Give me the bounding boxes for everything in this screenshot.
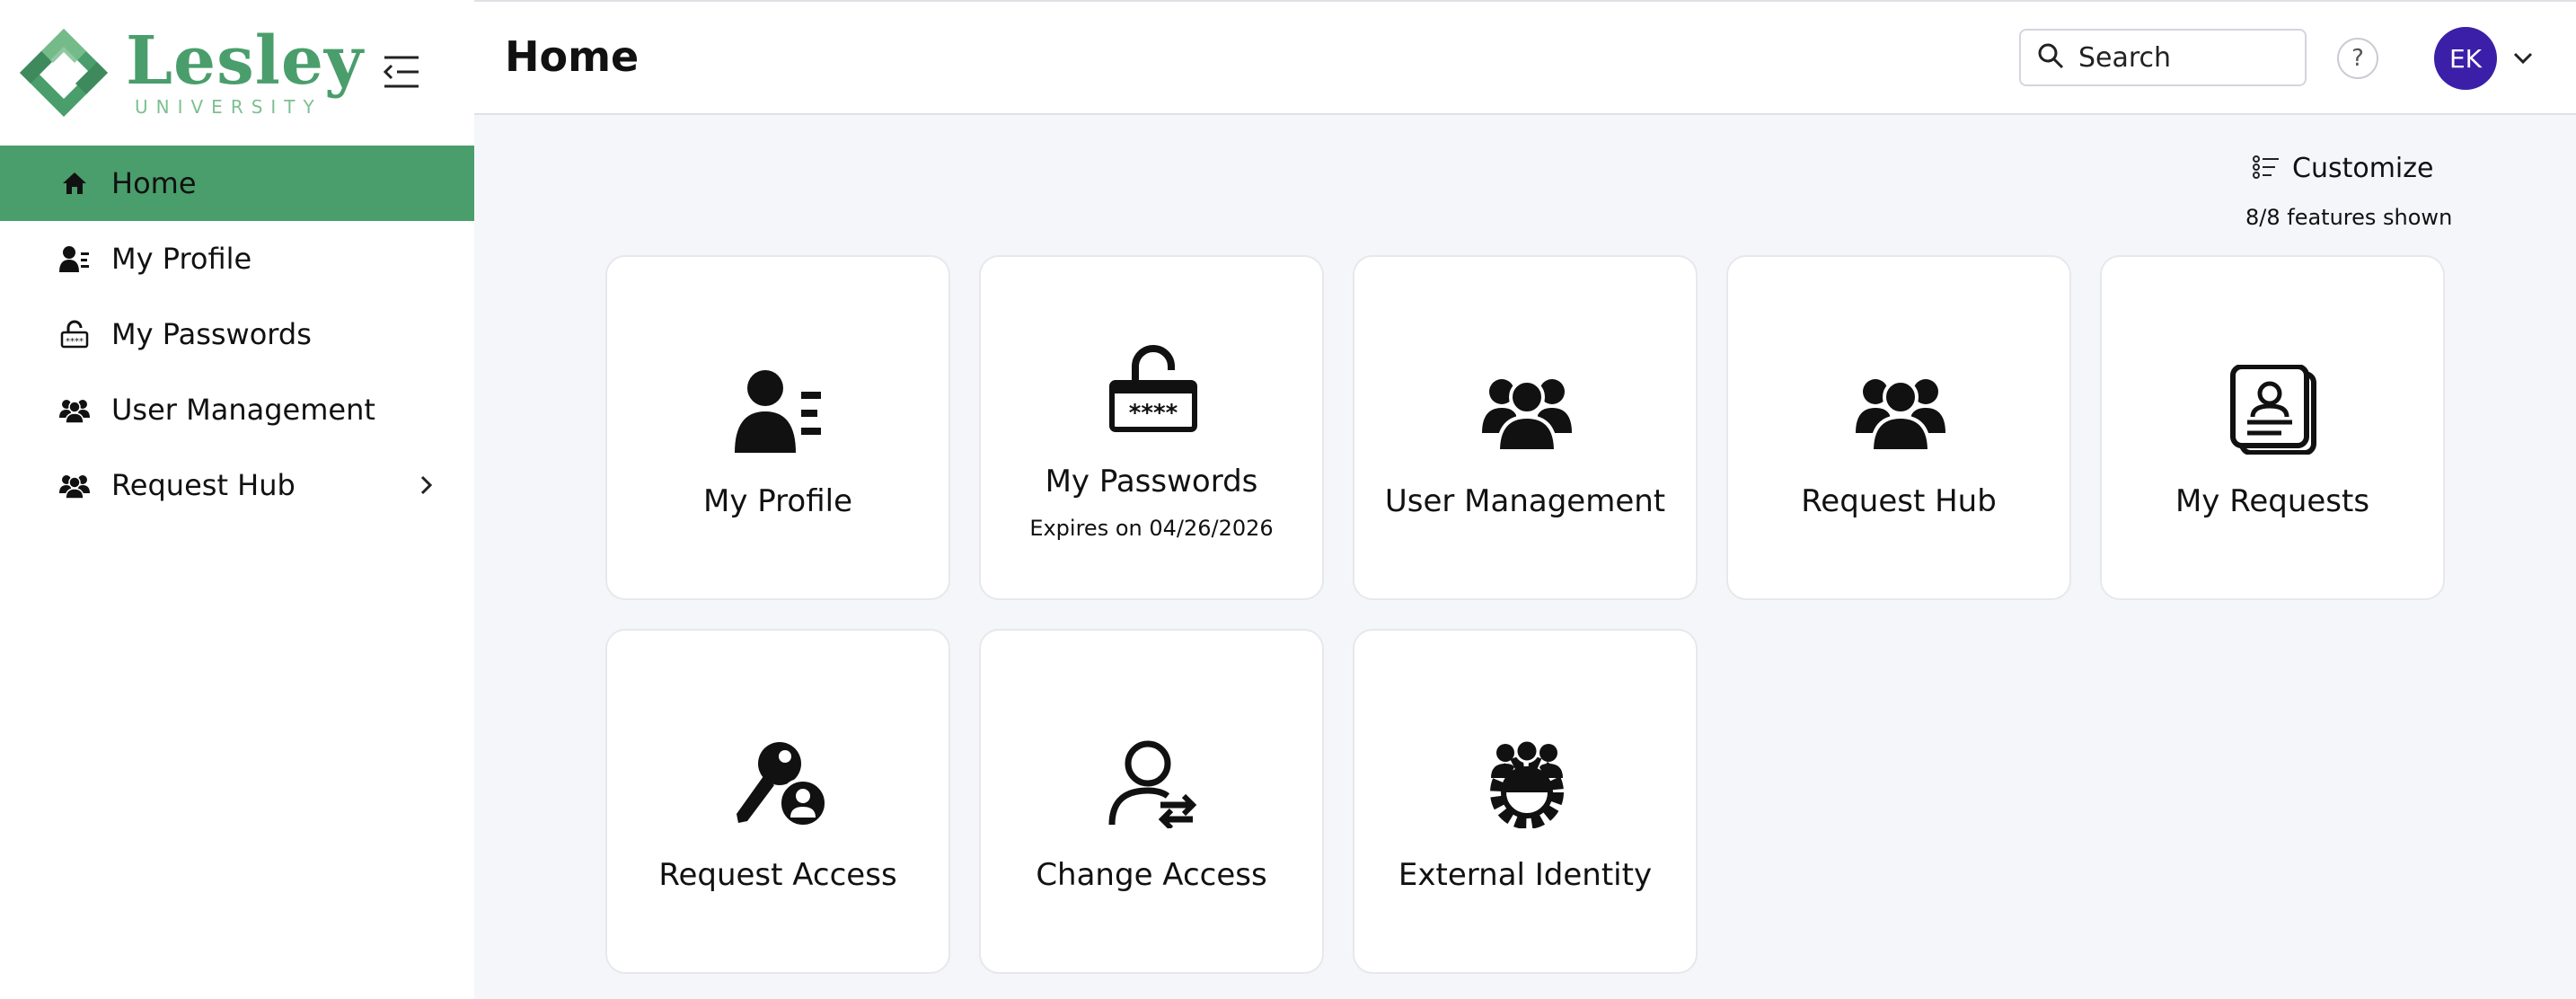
logo-diamond-icon [16, 25, 111, 120]
card-change-access[interactable]: Change Access [979, 629, 1324, 974]
requests-icon [2229, 364, 2319, 455]
card-label: User Management [1384, 483, 1666, 519]
svg-text:****: **** [66, 337, 84, 347]
list-settings-icon [2253, 155, 2280, 182]
card-user-management[interactable]: User Management [1353, 255, 1698, 600]
sidebar: Lesley UNIVERSITY Home My Profile **** M… [0, 0, 474, 999]
logo-wordmark: Lesley [126, 22, 364, 100]
card-my-requests[interactable]: My Requests [2100, 255, 2445, 600]
customize-button[interactable]: Customize [2253, 153, 2433, 184]
search-input[interactable]: Search [2019, 29, 2307, 86]
customize-label: Customize [2292, 153, 2434, 184]
card-label: Change Access [1036, 857, 1267, 893]
collapse-menu-button[interactable] [381, 54, 422, 90]
users-icon [59, 394, 90, 425]
sidebar-item-home[interactable]: Home [0, 146, 474, 221]
search-placeholder: Search [2078, 41, 2172, 74]
chevron-down-icon[interactable] [2511, 47, 2535, 70]
sidebar-item-my-profile[interactable]: My Profile [0, 221, 474, 296]
card-label: My Passwords [1045, 464, 1258, 500]
card-request-access[interactable]: Request Access [605, 629, 950, 974]
top-header: Home Search ? EK [474, 0, 2576, 115]
sidebar-item-my-passwords[interactable]: **** My Passwords [0, 296, 474, 372]
help-button[interactable]: ? [2337, 38, 2378, 79]
sidebar-item-label: My Passwords [111, 317, 312, 351]
card-label: My Requests [2175, 483, 2370, 519]
avatar[interactable]: EK [2434, 27, 2497, 90]
sidebar-nav: Home My Profile **** My Passwords User M… [0, 146, 474, 523]
key-user-icon [735, 738, 828, 828]
sidebar-item-label: Home [111, 166, 197, 200]
sidebar-item-request-hub[interactable]: Request Hub [0, 447, 474, 523]
home-icon [59, 168, 90, 199]
logo-subtitle: UNIVERSITY [135, 96, 322, 118]
card-request-hub[interactable]: Request Hub [1726, 255, 2071, 600]
user-swap-icon [1108, 738, 1198, 831]
users-icon [1856, 365, 1945, 455]
features-count: 8/8 features shown [2245, 205, 2453, 230]
page-title: Home [505, 32, 640, 81]
sidebar-item-label: User Management [111, 393, 375, 427]
sidebar-item-label: Request Hub [111, 468, 296, 502]
card-label: External Identity [1398, 857, 1653, 893]
password-expiry-text: Expires on 04/26/2026 [1029, 516, 1274, 541]
profile-icon [735, 365, 825, 455]
users-gear-icon [1482, 738, 1572, 829]
sidebar-item-user-management[interactable]: User Management [0, 372, 474, 447]
card-my-profile[interactable]: My Profile [605, 255, 950, 600]
password-lock-icon: **** [1108, 343, 1198, 433]
card-label: My Profile [703, 483, 852, 519]
card-external-identity[interactable]: External Identity [1353, 629, 1698, 974]
card-label: Request Hub [1801, 483, 1997, 519]
users-icon [1482, 365, 1572, 455]
card-my-passwords[interactable]: **** My Passwords Expires on 04/26/2026 [979, 255, 1324, 600]
chevron-right-icon[interactable] [413, 473, 438, 498]
profile-icon [59, 243, 90, 274]
university-logo[interactable]: Lesley UNIVERSITY [16, 25, 363, 120]
users-icon [59, 470, 90, 500]
svg-text:****: **** [1129, 400, 1178, 427]
password-lock-icon: **** [59, 319, 90, 349]
sidebar-item-label: My Profile [111, 242, 252, 276]
card-label: Request Access [658, 857, 897, 893]
collapse-menu-icon [383, 56, 419, 88]
search-icon [2037, 42, 2064, 73]
